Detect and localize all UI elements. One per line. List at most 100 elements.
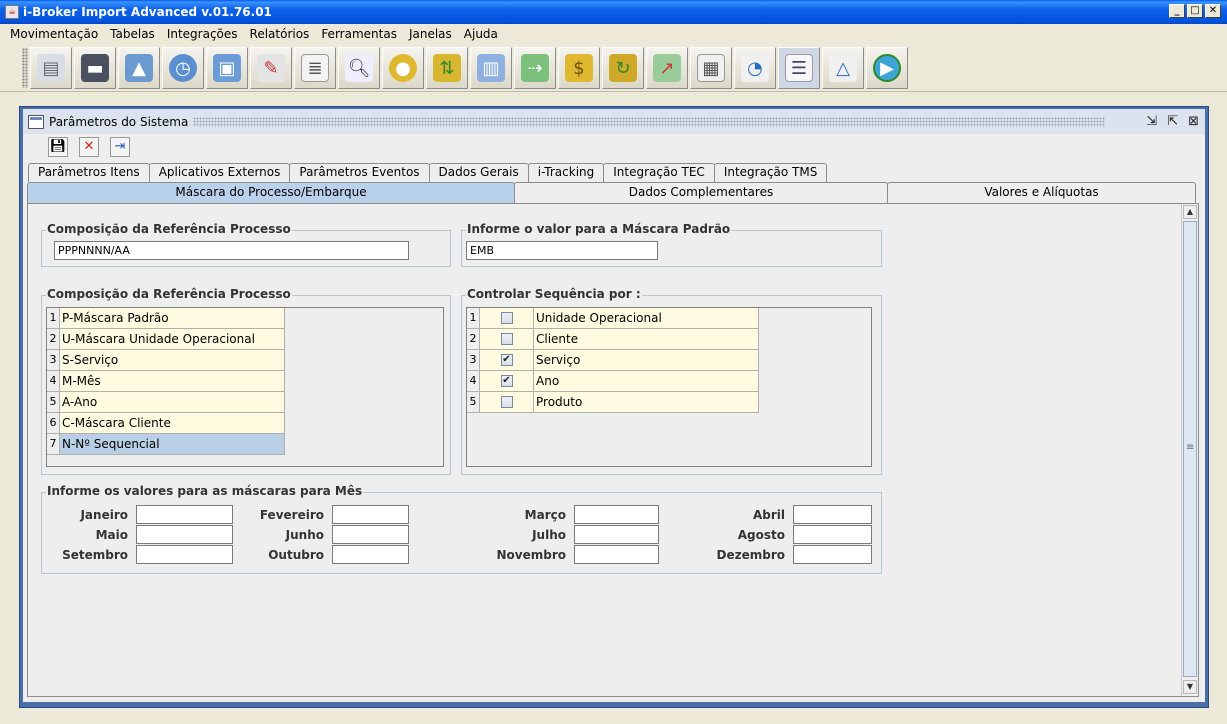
toolbar-button-cabinet[interactable]: ▬ <box>74 47 116 89</box>
input-junho[interactable] <box>332 525 409 544</box>
restore-icon[interactable]: ⇲ <box>1146 114 1157 129</box>
tab-parametros-itens[interactable]: Parâmetros Itens <box>28 163 150 182</box>
table-row[interactable]: 4 ✔ Ano <box>467 371 759 392</box>
java-app-icon: ☕ <box>5 5 19 19</box>
toolbar-button-pie-chart[interactable]: ◔ <box>734 47 776 89</box>
toolbar-button-image[interactable]: ▲ <box>118 47 160 89</box>
toolbar-button-search[interactable]: 🔍︎ <box>338 47 380 89</box>
checkbox-servico[interactable]: ✔ <box>500 354 513 366</box>
table-row[interactable]: 1 Unidade Operacional <box>467 308 759 329</box>
minimize-button[interactable]: _ <box>1169 4 1185 18</box>
toolbar-button-report[interactable]: ≣ <box>294 47 336 89</box>
table-row[interactable]: 3 ✔ Serviço <box>467 350 759 371</box>
toolbar-button-money-transfer[interactable]: ⇢ <box>514 47 556 89</box>
toolbar-button-chart-growth[interactable]: ↗ <box>646 47 688 89</box>
toolbar-button-documents[interactable]: ▤ <box>30 47 72 89</box>
scroll-thumb[interactable] <box>1183 221 1197 677</box>
exit-button[interactable]: ⇥ <box>110 137 130 157</box>
tab-aplicativos-externos[interactable]: Aplicativos Externos <box>148 163 291 182</box>
list-doc-icon: ☰ <box>785 54 813 82</box>
frame-title: Parâmetros do Sistema <box>49 114 193 129</box>
mascara-padrao-input[interactable]: EMB <box>466 241 658 260</box>
toolbar-button-notes[interactable]: ▥ <box>470 47 512 89</box>
composicao-legend: Composição da Referência Processo <box>46 222 292 236</box>
toolbar-button-window[interactable]: ▣ <box>206 47 248 89</box>
edit-icon: ✎ <box>257 54 285 82</box>
frame-title-bar[interactable]: Parâmetros do Sistema ⇲ ⇱ ⊠ <box>23 109 1205 134</box>
composicao-list-group: Composição da Referência Processo 1 P-Más… <box>41 287 451 475</box>
menu-relatorios[interactable]: Relatórios <box>244 27 316 41</box>
label-outubro: Outubro <box>268 548 324 562</box>
toolbar-button-play[interactable]: ▶ <box>866 47 908 89</box>
input-maio[interactable] <box>136 525 233 544</box>
banknote-icon: $ <box>565 54 593 82</box>
list-item[interactable]: 4 M-Mês <box>47 371 285 392</box>
menu-integracoes[interactable]: Integrações <box>161 27 244 41</box>
window-icon: ▣ <box>213 54 241 82</box>
list-item[interactable]: 6 C-Máscara Cliente <box>47 413 285 434</box>
meses-legend: Informe os valores para as máscaras para… <box>46 484 364 498</box>
table-row[interactable]: 2 Cliente <box>467 329 759 350</box>
toolbar-grip[interactable] <box>22 48 28 88</box>
frame-close-icon[interactable]: ⊠ <box>1188 114 1199 129</box>
input-marco[interactable] <box>574 505 659 524</box>
maximize-icon[interactable]: ⇱ <box>1167 114 1178 129</box>
geometry-icon: △ <box>829 54 857 82</box>
tab-dados-gerais[interactable]: Dados Gerais <box>428 163 529 182</box>
window-title-bar: ☕ i-Broker Import Advanced v.01.76.01 _ … <box>0 0 1227 24</box>
tab-valores-aliquotas[interactable]: Valores e Alíquotas <box>887 182 1196 203</box>
toolbar-button-banknote[interactable]: $ <box>558 47 600 89</box>
checkbox-ano[interactable]: ✔ <box>500 375 513 387</box>
input-fevereiro[interactable] <box>332 505 409 524</box>
input-janeiro[interactable] <box>136 505 233 524</box>
input-novembro[interactable] <box>574 545 659 564</box>
scroll-down-icon[interactable]: ▼ <box>1183 680 1197 694</box>
toolbar-button-clock[interactable]: ◷ <box>162 47 204 89</box>
toolbar-button-coins[interactable]: ● <box>382 47 424 89</box>
maximize-button[interactable]: □ <box>1187 4 1203 18</box>
input-outubro[interactable] <box>332 545 409 564</box>
list-item-selected[interactable]: 7 N-Nº Sequencial <box>47 434 285 455</box>
money-exchange-icon: ⇅ <box>433 54 461 82</box>
tab-i-tracking[interactable]: i-Tracking <box>527 163 605 182</box>
tab-mascara-processo[interactable]: Máscara do Processo/Embarque <box>27 182 515 203</box>
checkbox-produto[interactable] <box>500 396 513 408</box>
vertical-scrollbar[interactable]: ▲ ▼ <box>1181 204 1198 696</box>
toolbar-button-geometry[interactable]: △ <box>822 47 864 89</box>
close-button[interactable]: ✕ <box>1205 4 1221 18</box>
menu-janelas[interactable]: Janelas <box>403 27 458 41</box>
tab-integracao-tms[interactable]: Integração TMS <box>713 163 828 182</box>
toolbar-button-money-cycle[interactable]: ↻ <box>602 47 644 89</box>
scroll-up-icon[interactable]: ▲ <box>1183 205 1197 219</box>
toolbar-button-sheet-report[interactable]: ▦ <box>690 47 732 89</box>
input-agosto[interactable] <box>793 525 872 544</box>
input-setembro[interactable] <box>136 545 233 564</box>
cancel-button[interactable]: ✕ <box>79 137 99 157</box>
checkbox-unidade[interactable] <box>500 312 513 324</box>
label-setembro: Setembro <box>62 548 128 562</box>
list-item[interactable]: 5 A-Ano <box>47 392 285 413</box>
menu-ferramentas[interactable]: Ferramentas <box>315 27 403 41</box>
save-button[interactable]: 💾︎ <box>48 137 68 157</box>
checkbox-cliente[interactable] <box>500 333 513 345</box>
list-item[interactable]: 2 U-Máscara Unidade Operacional <box>47 329 285 350</box>
cabinet-icon: ▬ <box>81 54 109 82</box>
list-item[interactable]: 3 S-Serviço <box>47 350 285 371</box>
tab-row-2: Máscara do Processo/Embarque Dados Compl… <box>27 182 1197 203</box>
list-item[interactable]: 1 P-Máscara Padrão <box>47 308 285 329</box>
toolbar-button-money-exchange[interactable]: ⇅ <box>426 47 468 89</box>
input-julho[interactable] <box>574 525 659 544</box>
table-row[interactable]: 5 Produto <box>467 392 759 413</box>
menu-tabelas[interactable]: Tabelas <box>104 27 161 41</box>
tab-dados-complementares[interactable]: Dados Complementares <box>514 182 888 203</box>
menu-ajuda[interactable]: Ajuda <box>458 27 504 41</box>
input-abril[interactable] <box>793 505 872 524</box>
toolbar-button-edit[interactable]: ✎ <box>250 47 292 89</box>
toolbar-button-list-doc[interactable]: ☰ <box>778 47 820 89</box>
save-icon: 💾︎ <box>49 139 67 154</box>
menu-movimentacao[interactable]: Movimentação <box>4 27 104 41</box>
tab-integracao-tec[interactable]: Integração TEC <box>603 163 715 182</box>
input-dezembro[interactable] <box>793 545 872 564</box>
composicao-input[interactable]: PPPNNNN/AA <box>54 241 409 260</box>
tab-parametros-eventos[interactable]: Parâmetros Eventos <box>289 163 430 182</box>
